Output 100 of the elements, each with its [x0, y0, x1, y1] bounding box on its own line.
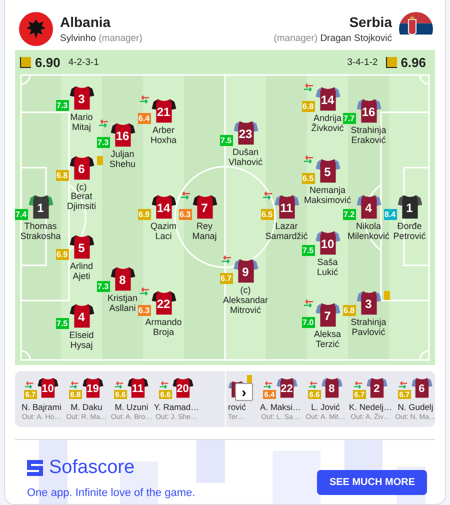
jersey: 10 [314, 228, 340, 256]
player-name[interactable]: Aleksa Terzić [314, 330, 341, 350]
jersey: 21 [150, 97, 176, 124]
player-name[interactable]: Dušan Vlahović [228, 148, 262, 168]
player-rating: 7.5 [302, 244, 315, 256]
jersey: 7 [192, 193, 218, 220]
player-rating: 6.5 [260, 209, 274, 220]
player-name[interactable]: Armando Broja [145, 318, 182, 338]
player-name[interactable]: L. Jović [311, 402, 340, 412]
formation: 3-4-1-2 [347, 56, 378, 68]
logo-text: Sofascore [49, 456, 135, 478]
player-name[interactable]: Y. Ramad… [154, 402, 200, 412]
team-name: Serbia [348, 14, 392, 30]
manager-name: Dragan Stojković [320, 33, 392, 44]
jersey: 10 [36, 376, 59, 399]
jersey: 2 [366, 376, 388, 399]
player-rating: 6.9 [56, 248, 69, 260]
player-name[interactable]: (c) Berat Djimsiti [67, 182, 96, 212]
player-name[interactable]: N. Bajrami [22, 402, 62, 412]
player-name[interactable]: N. Gudelj [398, 402, 434, 412]
player-rating: 6.8 [56, 170, 69, 180]
player-name[interactable]: Arber Hoxha [150, 126, 176, 146]
jersey: 5 [314, 157, 340, 184]
jersey: 4 [356, 193, 382, 220]
player-rating: 7.2 [342, 209, 356, 220]
player-name[interactable]: Arlind Ajeti [70, 262, 93, 282]
jersey: 11 [126, 376, 149, 399]
player-rating: 6.4 [138, 113, 151, 124]
player-rating: 6.3 [138, 304, 151, 316]
player-name[interactable]: Lazar Samardžić [265, 222, 308, 242]
player-name[interactable]: Mario Mitaj [70, 113, 93, 134]
see-more-button[interactable]: SEE MUCH MORE [317, 470, 427, 495]
player-rating: 7.4 [14, 209, 28, 220]
player-name[interactable]: (c) Aleksandar Mitrović [222, 286, 268, 316]
player-rating: 6.9 [138, 209, 151, 220]
player-rating: 6.7 [220, 273, 233, 284]
player-name[interactable]: Đorđe Petrović [393, 222, 426, 242]
team-rating: 6.96 [400, 54, 426, 70]
tagline: One app. Infinite love of the game. [27, 486, 196, 498]
manager-label: (manager) [274, 33, 318, 44]
team-name: Albania [60, 14, 112, 30]
jersey: 16 [356, 97, 382, 124]
player-name[interactable]: Kristjan Asllani [107, 294, 138, 314]
logo-icon [27, 460, 43, 476]
player-rating: 7.3 [56, 100, 69, 112]
player-rating: 6.3 [178, 209, 192, 220]
jersey: 23 [232, 118, 258, 146]
team-rating: 6.90 [35, 54, 60, 70]
player-rating: 7.5 [220, 134, 233, 146]
jersey: 22 [276, 376, 298, 399]
player-rating: 7.0 [302, 316, 315, 328]
jersey: 22 [150, 288, 176, 316]
player-name[interactable]: Saša Lukić [316, 258, 338, 278]
jersey: 1 [396, 193, 422, 220]
player-rating: 7.3 [96, 280, 110, 292]
player-rating: 6.5 [302, 173, 315, 184]
rating-icon [20, 56, 31, 68]
jersey: 11 [274, 193, 300, 220]
jersey: 20 [172, 376, 194, 399]
jersey: 19 [82, 376, 104, 399]
manager-name: Sylvinho [60, 33, 96, 44]
player-name[interactable]: M. Uzuni [114, 402, 148, 412]
player-rating: 6.8 [302, 101, 315, 112]
jersey: 3 [68, 84, 94, 112]
jersey: 6 [410, 376, 433, 399]
formation: 4-2-3-1 [68, 56, 99, 68]
jersey: 5 [68, 232, 94, 260]
player-name[interactable]: K. Nedelj… [349, 402, 392, 412]
player-name[interactable]: Qazim Laci [150, 222, 176, 242]
jersey: 4 [68, 302, 94, 329]
jersey: 8 [320, 376, 343, 399]
jersey: 7 [314, 300, 340, 328]
player-name[interactable]: Nikola Milenković [348, 222, 390, 242]
player-name[interactable]: Nemanja Maksimović [304, 186, 351, 206]
player-name[interactable]: Strahinja Pavlović [350, 318, 386, 338]
jersey: 14 [314, 85, 340, 112]
player-rating: 7.7 [342, 113, 356, 124]
player-name[interactable]: A. Maksi… [260, 402, 302, 412]
player-name[interactable]: M. Daku [70, 402, 102, 412]
jersey: 3 [356, 288, 382, 316]
jersey: 14 [150, 193, 176, 220]
player-name[interactable]: rović [228, 402, 246, 412]
player-name[interactable]: Strahinja Eraković [350, 126, 386, 146]
rating-icon [386, 56, 397, 68]
player-rating: 6.8 [342, 304, 356, 316]
player-name[interactable]: Elseid Hysaj [69, 330, 94, 351]
player-name[interactable]: Thomas Strakosha [20, 222, 61, 242]
player-rating: 8.4 [384, 209, 397, 220]
jersey: 16 [110, 121, 136, 148]
player-rating: 7.5 [56, 318, 69, 329]
jersey: 8 [110, 264, 136, 292]
jersey: 9 [232, 257, 258, 284]
player-name[interactable]: Rey Manaj [192, 222, 217, 242]
flag-icon [19, 12, 53, 46]
manager-label: (manager) [98, 33, 142, 44]
player-name[interactable]: Juljan Shehu [109, 150, 136, 170]
jersey: 1 [28, 193, 54, 220]
jersey: 6 [68, 154, 94, 180]
player-name[interactable]: Andrija Živković [311, 114, 344, 134]
player-rating: 7.3 [96, 137, 110, 148]
